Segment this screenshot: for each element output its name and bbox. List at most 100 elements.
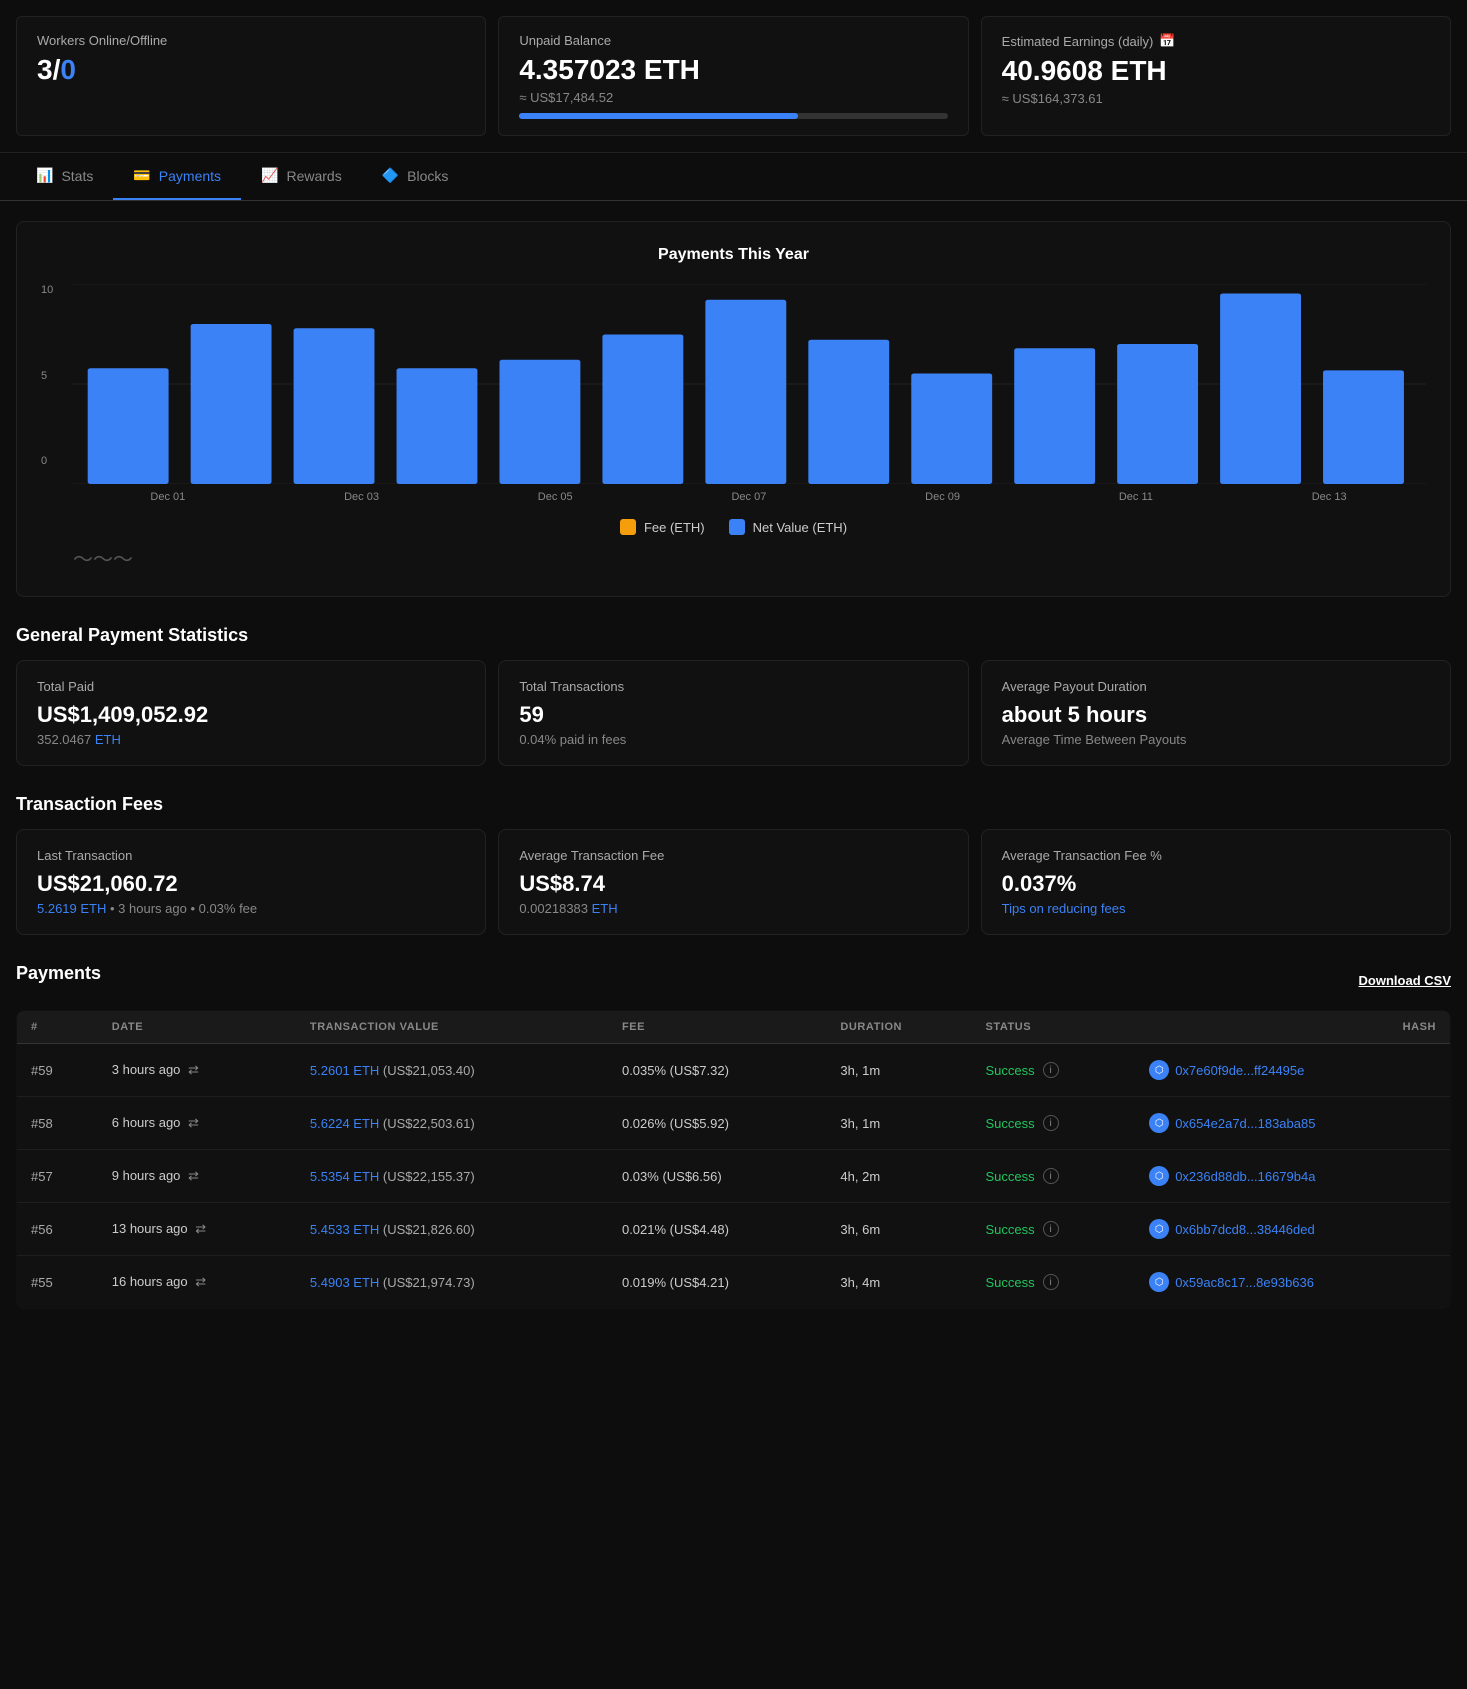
- hash-icon: ⬡: [1149, 1272, 1169, 1292]
- swap-icon: ⇄: [195, 1274, 206, 1289]
- tips-on-fees-link[interactable]: Tips on reducing fees: [1002, 901, 1126, 916]
- row-fee: 0.026% (US$5.92): [608, 1097, 826, 1150]
- total-paid-label: Total Paid: [37, 679, 465, 694]
- row-date: 6 hours ago ⇄: [98, 1097, 296, 1150]
- payments-icon: 💳: [133, 167, 150, 184]
- wave-icon: 〜〜〜: [73, 549, 133, 571]
- last-tx-eth: 5.2619 ETH: [37, 901, 106, 916]
- avg-fee-pct-value: 0.037%: [1002, 871, 1430, 897]
- row-num: #55: [17, 1256, 98, 1309]
- col-num: #: [17, 1011, 98, 1044]
- general-stats-title: General Payment Statistics: [16, 625, 1451, 646]
- avg-payout-sub: Average Time Between Payouts: [1002, 732, 1430, 747]
- last-tx-sub: 5.2619 ETH • 3 hours ago • 0.03% fee: [37, 901, 465, 916]
- row-date: 13 hours ago ⇄: [98, 1203, 296, 1256]
- hash-icon: ⬡: [1149, 1060, 1169, 1080]
- hash-link[interactable]: ⬡ 0x7e60f9de...ff24495e: [1149, 1060, 1436, 1080]
- tab-blocks-label: Blocks: [407, 168, 448, 184]
- payments-table: # DATE TRANSACTION VALUE FEE DURATION ST…: [16, 1010, 1451, 1309]
- legend-net-value-label: Net Value (ETH): [753, 520, 847, 535]
- total-tx-label: Total Transactions: [519, 679, 947, 694]
- row-fee: 0.021% (US$4.48): [608, 1203, 826, 1256]
- net-value-color: [729, 519, 745, 535]
- total-tx-sub: 0.04% paid in fees: [519, 732, 947, 747]
- total-paid-eth: 352.0467 ETH: [37, 732, 465, 747]
- row-num: #59: [17, 1044, 98, 1097]
- last-tx-value: US$21,060.72: [37, 871, 465, 897]
- row-tx-value: 5.4903 ETH (US$21,974.73): [296, 1256, 608, 1309]
- row-date: 9 hours ago ⇄: [98, 1150, 296, 1203]
- unpaid-balance-card: Unpaid Balance 4.357023 ETH ≈ US$17,484.…: [498, 16, 968, 136]
- earnings-usd-value: ≈ US$164,373.61: [1002, 91, 1430, 106]
- row-num: #58: [17, 1097, 98, 1150]
- status-badge: Success i: [986, 1115, 1122, 1131]
- avg-fee-value: US$8.74: [519, 871, 947, 897]
- legend-net-value: Net Value (ETH): [729, 519, 847, 535]
- general-stats-grid: Total Paid US$1,409,052.92 352.0467 ETH …: [16, 660, 1451, 766]
- info-icon: i: [1043, 1115, 1059, 1131]
- col-duration: DURATION: [826, 1011, 971, 1044]
- swap-icon: ⇄: [188, 1062, 199, 1077]
- hash-link[interactable]: ⬡ 0x59ac8c17...8e93b636: [1149, 1272, 1436, 1292]
- tab-payments-label: Payments: [159, 168, 221, 184]
- unpaid-label: Unpaid Balance: [519, 33, 947, 48]
- hash-link[interactable]: ⬡ 0x6bb7dcd8...38446ded: [1149, 1219, 1436, 1239]
- row-hash: ⬡ 0x654e2a7d...183aba85: [1135, 1097, 1450, 1150]
- payments-section: Payments Download CSV # DATE TRANSACTION…: [16, 963, 1451, 1309]
- earnings-card: Estimated Earnings (daily) 📅 40.9608 ETH…: [981, 16, 1451, 136]
- row-tx-value: 5.2601 ETH (US$21,053.40): [296, 1044, 608, 1097]
- download-csv-link[interactable]: Download CSV: [1359, 973, 1451, 988]
- status-badge: Success i: [986, 1168, 1122, 1184]
- row-duration: 3h, 1m: [826, 1044, 971, 1097]
- last-tx-label: Last Transaction: [37, 848, 465, 863]
- row-duration: 3h, 1m: [826, 1097, 971, 1150]
- tab-stats-label: Stats: [61, 168, 93, 184]
- info-icon: i: [1043, 1221, 1059, 1237]
- tab-stats[interactable]: 📊 Stats: [16, 153, 113, 200]
- hash-link[interactable]: ⬡ 0x654e2a7d...183aba85: [1149, 1113, 1436, 1133]
- row-tx-value: 5.6224 ETH (US$22,503.61): [296, 1097, 608, 1150]
- total-tx-value: 59: [519, 702, 947, 728]
- col-status: STATUS: [972, 1011, 1136, 1044]
- row-duration: 3h, 4m: [826, 1256, 971, 1309]
- chart-title: Payments This Year: [41, 246, 1426, 264]
- payments-header: Payments Download CSV: [16, 963, 1451, 998]
- hash-icon: ⬡: [1149, 1113, 1169, 1133]
- row-hash: ⬡ 0x7e60f9de...ff24495e: [1135, 1044, 1450, 1097]
- unpaid-progress-bar-container: [519, 113, 947, 119]
- total-paid-value: US$1,409,052.92: [37, 702, 465, 728]
- hash-link[interactable]: ⬡ 0x236d88db...16679b4a: [1149, 1166, 1436, 1186]
- row-date: 3 hours ago ⇄: [98, 1044, 296, 1097]
- calendar-icon: 📅: [1159, 33, 1175, 49]
- status-badge: Success i: [986, 1274, 1122, 1290]
- payments-table-body: #59 3 hours ago ⇄ 5.2601 ETH (US$21,053.…: [17, 1044, 1451, 1309]
- row-hash: ⬡ 0x6bb7dcd8...38446ded: [1135, 1203, 1450, 1256]
- col-date: DATE: [98, 1011, 296, 1044]
- swap-icon: ⇄: [188, 1115, 199, 1130]
- main-content: Payments This Year 10 5 0: [0, 201, 1467, 1329]
- bar-chart: [73, 284, 1426, 484]
- tx-fees-grid: Last Transaction US$21,060.72 5.2619 ETH…: [16, 829, 1451, 935]
- tips-link: Tips on reducing fees: [1002, 901, 1430, 916]
- col-fee: FEE: [608, 1011, 826, 1044]
- swap-icon: ⇄: [188, 1168, 199, 1183]
- row-num: #56: [17, 1203, 98, 1256]
- row-tx-value: 5.4533 ETH (US$21,826.60): [296, 1203, 608, 1256]
- hash-icon: ⬡: [1149, 1219, 1169, 1239]
- total-paid-eth-link[interactable]: ETH: [95, 732, 121, 747]
- unpaid-progress-bar: [519, 113, 797, 119]
- tab-rewards[interactable]: 📈 Rewards: [241, 153, 362, 200]
- stats-icon: 📊: [36, 167, 53, 184]
- row-date: 16 hours ago ⇄: [98, 1256, 296, 1309]
- row-num: #57: [17, 1150, 98, 1203]
- avg-fee-eth: 0.00218383 ETH: [519, 901, 947, 916]
- tab-blocks[interactable]: 🔷 Blocks: [362, 153, 469, 200]
- legend-fee-label: Fee (ETH): [644, 520, 705, 535]
- workers-card: Workers Online/Offline 3/0: [16, 16, 486, 136]
- row-tx-value: 5.5354 ETH (US$22,155.37): [296, 1150, 608, 1203]
- status-badge: Success i: [986, 1221, 1122, 1237]
- tab-payments[interactable]: 💳 Payments: [113, 153, 241, 200]
- table-row: #57 9 hours ago ⇄ 5.5354 ETH (US$22,155.…: [17, 1150, 1451, 1203]
- chart-legend: Fee (ETH) Net Value (ETH): [41, 519, 1426, 535]
- avg-fee-eth-link[interactable]: ETH: [592, 901, 618, 916]
